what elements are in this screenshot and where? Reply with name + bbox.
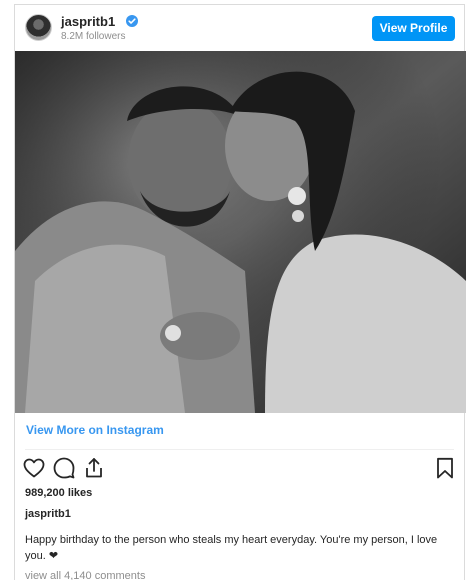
profile-username[interactable]: jaspritb1 — [61, 14, 115, 29]
bookmark-icon[interactable] — [433, 456, 457, 480]
view-all-comments-link[interactable]: view all 4,140 comments — [25, 570, 145, 580]
verified-badge-icon — [126, 15, 138, 27]
profile-avatar[interactable] — [25, 14, 52, 41]
heart-outline-icon[interactable] — [22, 456, 46, 480]
view-profile-button[interactable]: View Profile — [372, 16, 455, 41]
comment-bubble-icon[interactable] — [52, 456, 76, 480]
like-count[interactable]: 989,200 likes — [25, 487, 92, 499]
post-header: jaspritb1 8.2M followers View Profile — [15, 5, 464, 51]
post-actions — [15, 453, 464, 483]
instagram-embed-card: jaspritb1 8.2M followers View Profile Vi… — [14, 4, 466, 580]
post-caption: Happy birthday to the person who steals … — [25, 534, 438, 562]
post-photo[interactable] — [15, 51, 466, 413]
view-more-link[interactable]: View More on Instagram — [26, 423, 164, 437]
share-upload-icon[interactable] — [82, 456, 106, 480]
caption-username[interactable]: jaspritb1 — [25, 508, 71, 520]
follower-count: 8.2M followers — [61, 31, 126, 42]
divider — [25, 449, 454, 450]
